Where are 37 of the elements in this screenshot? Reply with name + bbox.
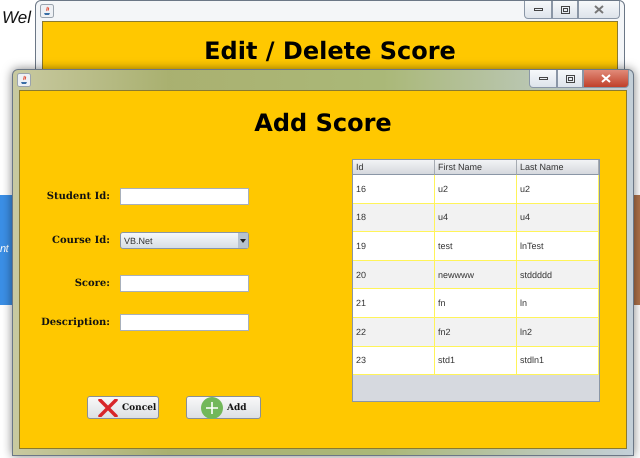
- table-cell: stdln1: [517, 346, 599, 376]
- column-header[interactable]: Last Name: [517, 160, 599, 175]
- column-header[interactable]: Id: [353, 160, 435, 175]
- welcome-text: Wel: [2, 8, 31, 28]
- field-label: Score:: [74, 278, 110, 288]
- maximize-icon: [566, 74, 574, 82]
- close-icon: [601, 74, 611, 83]
- minimize-button[interactable]: [529, 70, 557, 88]
- app-icon: [40, 4, 54, 18]
- maximize-icon: [560, 6, 570, 14]
- column-header[interactable]: First Name: [435, 160, 517, 175]
- close-button[interactable]: [583, 70, 629, 88]
- window-heading: Add Score: [253, 109, 393, 137]
- course-dropdown[interactable]: VB.Net: [120, 232, 249, 249]
- cross-icon: [98, 398, 118, 416]
- minimize-icon: [534, 8, 542, 12]
- table-cell: std1: [435, 346, 517, 376]
- minimize-icon: [538, 76, 548, 80]
- input-field[interactable]: [120, 188, 249, 205]
- add-button[interactable]: Add: [186, 396, 261, 419]
- cancel-button[interactable]: Concel: [87, 396, 159, 419]
- close-icon: [594, 5, 604, 14]
- field-label: Course Id:: [52, 235, 110, 246]
- input-field[interactable]: [120, 314, 249, 330]
- input-field[interactable]: [120, 274, 249, 292]
- banner-text: nt: [0, 243, 8, 255]
- dropdown-value: VB.Net: [124, 236, 153, 246]
- field-label: Student Id:: [46, 191, 110, 202]
- back-window-heading: Edit / Delete Score: [203, 37, 457, 65]
- field-label: Description:: [41, 316, 110, 328]
- app-icon: [17, 73, 31, 87]
- plus-icon: [201, 396, 223, 418]
- maximize-button[interactable]: [552, 1, 578, 19]
- maximize-button[interactable]: [557, 70, 583, 88]
- minimize-button[interactable]: [524, 1, 552, 19]
- table-cell: 23: [353, 346, 435, 376]
- close-button[interactable]: [578, 1, 620, 19]
